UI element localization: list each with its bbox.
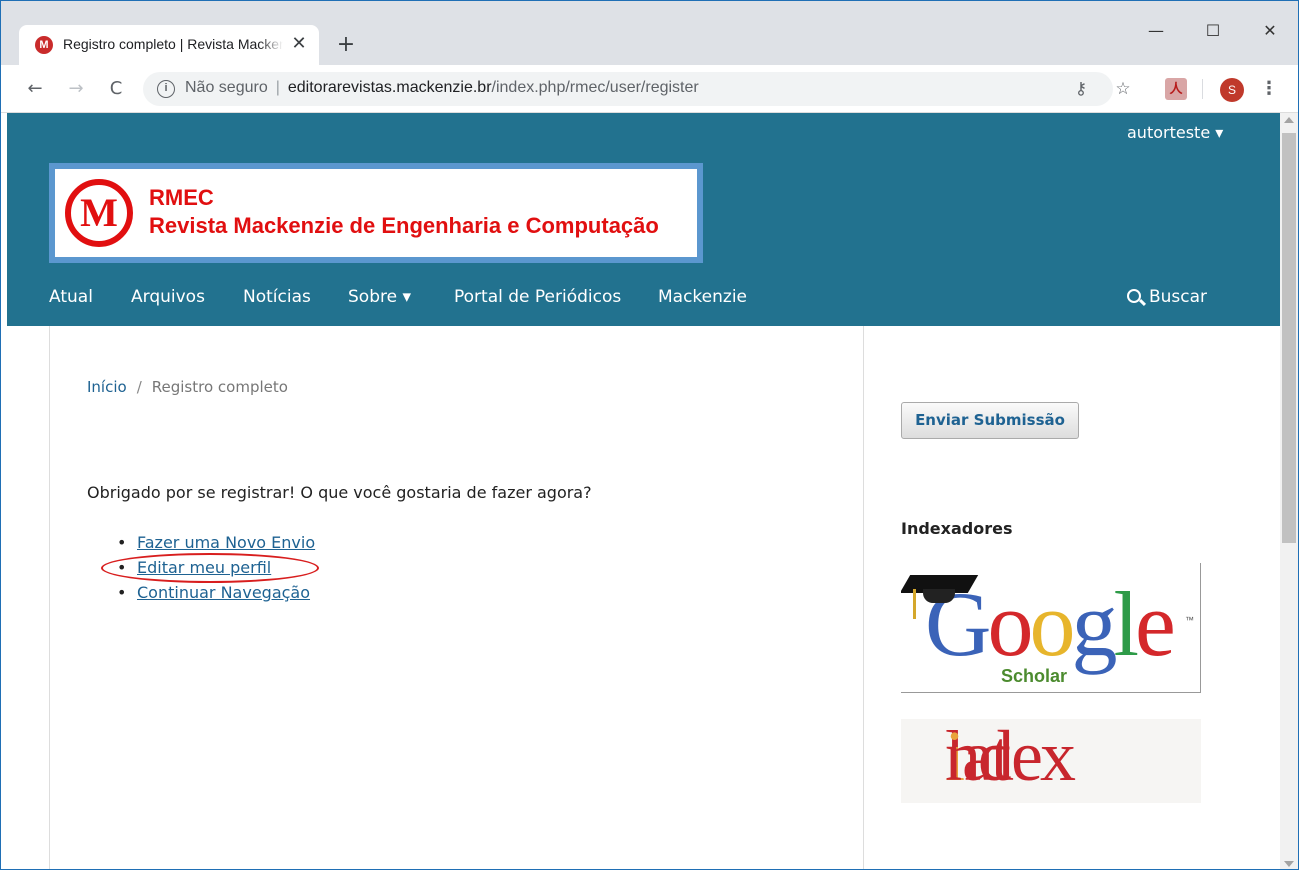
browser-window: M Registro completo | Revista Mackenzie … <box>0 0 1299 870</box>
trademark-symbol: ™ <box>1185 615 1194 625</box>
google-scholar-logo[interactable]: Google ™ Scholar <box>901 563 1201 693</box>
nav-noticias[interactable]: Notícias <box>243 287 311 307</box>
address-separator: | <box>275 79 280 96</box>
toolbar-divider <box>1202 79 1203 99</box>
browser-toolbar: ← → C i Não seguro | editorarevistas.macke… <box>1 65 1298 113</box>
nav-sobre[interactable]: Sobre ▾ <box>348 287 411 307</box>
favicon-icon: M <box>35 36 53 54</box>
submit-article-button[interactable]: Enviar Submissão <box>901 402 1079 439</box>
page-scrollbar[interactable] <box>1280 113 1298 869</box>
scroll-thumb[interactable] <box>1282 133 1296 543</box>
profile-avatar[interactable]: S <box>1220 78 1244 102</box>
search-label: Buscar <box>1149 287 1208 307</box>
url-path: /index.php/rmec/user/register <box>491 79 699 96</box>
back-button[interactable]: ← <box>23 77 47 101</box>
nav-atual[interactable]: Atual <box>49 287 93 307</box>
star-icon[interactable]: ☆ <box>1113 79 1133 99</box>
logo-acronym: RMEC <box>149 185 214 210</box>
site-header: autorteste ▾ M RMEC Revista Mackenzie de… <box>7 113 1280 326</box>
breadcrumb: Início / Registro completo <box>87 378 288 396</box>
maximize-button[interactable]: ☐ <box>1198 19 1228 43</box>
latindex-logo[interactable]: lat i ndex <box>901 719 1201 803</box>
pdf-extension-icon[interactable]: 人 <box>1165 78 1187 100</box>
scroll-down-arrow-icon[interactable] <box>1284 861 1294 867</box>
forward-button[interactable]: → <box>64 77 88 101</box>
tab-close-icon[interactable]: ✕ <box>289 34 309 54</box>
url-host: editorarevistas.mackenzie.br <box>287 79 492 96</box>
new-submission-link[interactable]: Fazer uma Novo Envio <box>137 533 315 552</box>
sidebar-divider <box>863 326 864 869</box>
new-tab-button[interactable]: + <box>334 33 358 57</box>
search-icon <box>1127 289 1141 303</box>
nav-portal-periodicos[interactable]: Portal de Periódicos <box>454 287 621 307</box>
address-bar[interactable]: i Não seguro | editorarevistas.mackenzie.b… <box>143 72 1131 106</box>
breadcrumb-current: Registro completo <box>151 378 288 396</box>
graduation-cap-icon <box>901 571 979 619</box>
scholar-word: Scholar <box>1001 666 1068 686</box>
main-nav: Atual Arquivos Notícias Sobre ▾ Portal d… <box>7 287 1280 317</box>
menu-icon[interactable]: ⋮ <box>1259 77 1279 101</box>
search-button[interactable]: Buscar <box>1127 287 1207 307</box>
nav-mackenzie[interactable]: Mackenzie <box>658 287 747 307</box>
registration-message: Obrigado por se registrar! O que você go… <box>87 483 592 502</box>
reload-button[interactable]: C <box>104 77 128 101</box>
user-menu[interactable]: autorteste ▾ <box>1127 123 1223 142</box>
mackenzie-logo-icon: M <box>65 179 133 247</box>
minimize-button[interactable]: — <box>1141 19 1171 43</box>
tab-strip: M Registro completo | Revista Mackenzie … <box>1 1 1298 65</box>
key-icon[interactable]: ⚷ <box>1071 79 1091 99</box>
tab-title: Registro completo | Revista Mackenzie de… <box>63 36 283 52</box>
breadcrumb-separator: / <box>136 378 142 396</box>
page-viewport: autorteste ▾ M RMEC Revista Mackenzie de… <box>7 113 1280 869</box>
browser-tab[interactable]: M Registro completo | Revista Mackenzie … <box>19 25 319 65</box>
highlight-annotation <box>101 553 319 583</box>
logo-journal-name: Revista Mackenzie de Engenharia e Comput… <box>149 213 659 238</box>
site-logo[interactable]: M RMEC Revista Mackenzie de Engenharia e… <box>49 163 703 263</box>
scroll-up-arrow-icon[interactable] <box>1284 117 1294 123</box>
list-item: Continuar Navegação <box>117 583 315 608</box>
indexers-title: Indexadores <box>901 519 1013 538</box>
nav-arquivos[interactable]: Arquivos <box>131 287 205 307</box>
security-label: Não seguro <box>185 79 268 96</box>
info-icon[interactable]: i <box>157 80 175 98</box>
address-text[interactable]: Não seguro | editorarevistas.mackenzie.br/… <box>185 79 699 97</box>
close-window-button[interactable]: ✕ <box>1255 19 1285 43</box>
breadcrumb-home[interactable]: Início <box>87 378 127 396</box>
continue-browsing-link[interactable]: Continuar Navegação <box>137 583 310 602</box>
